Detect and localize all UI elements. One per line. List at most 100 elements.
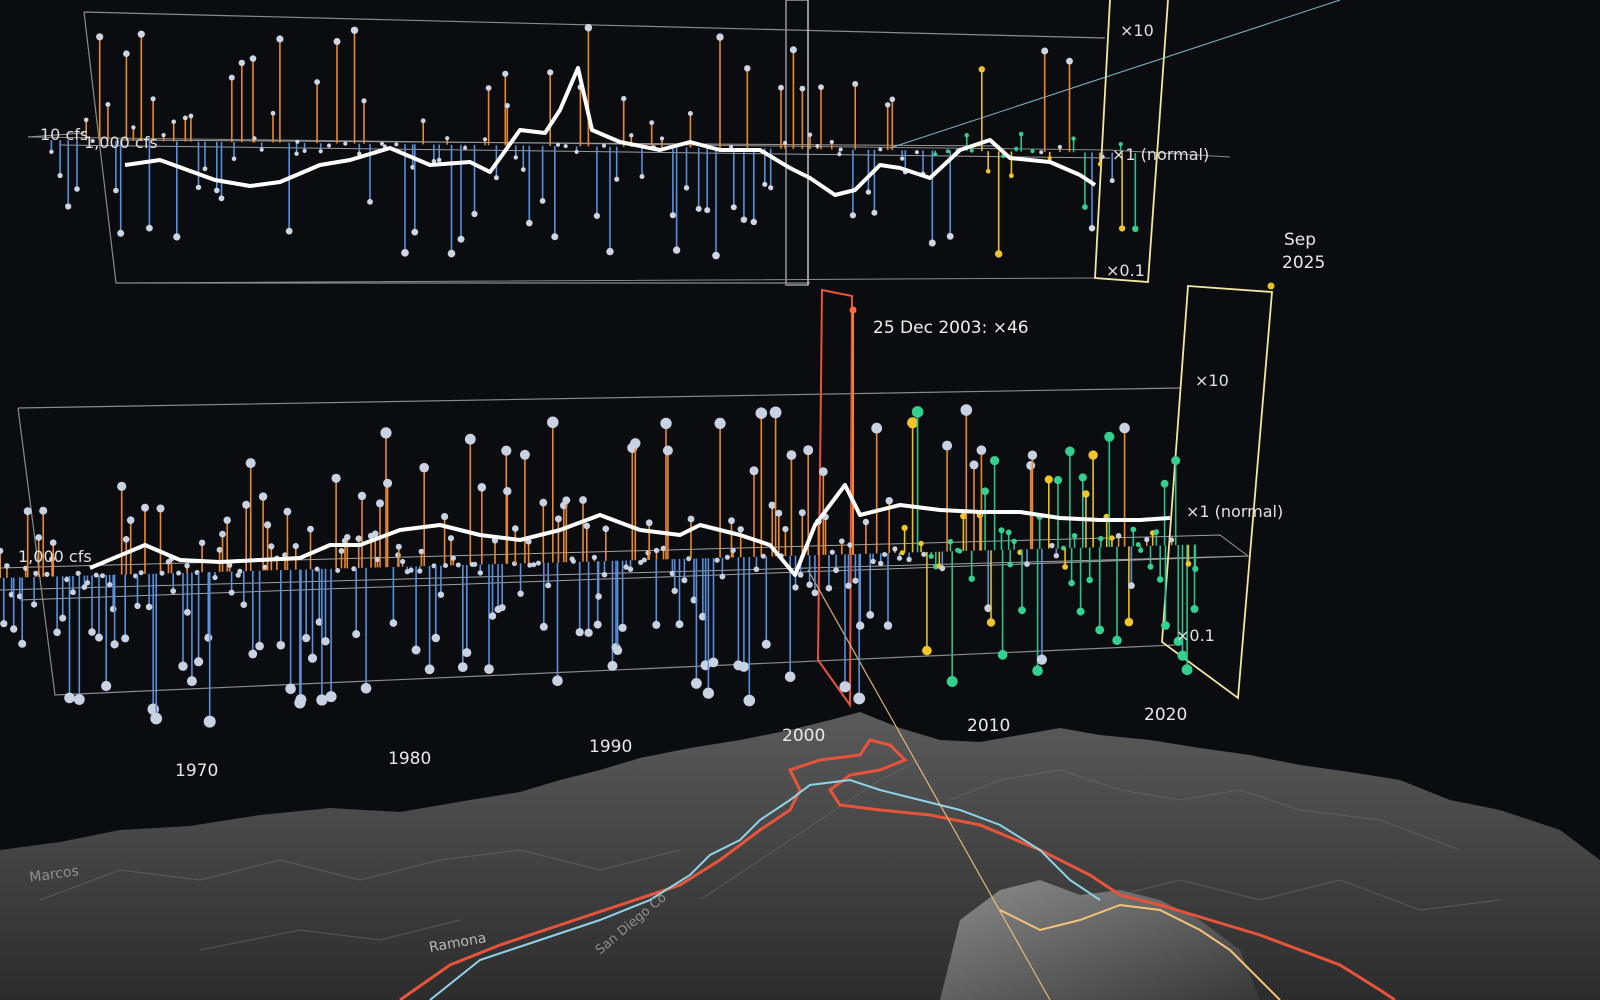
flow-point[interactable] [1053,553,1060,559]
flow-point[interactable] [150,96,156,102]
flow-point[interactable] [401,249,409,257]
flow-point[interactable] [0,620,8,628]
flow-point[interactable] [799,85,806,92]
flow-point[interactable] [939,565,946,572]
flow-point[interactable] [212,574,218,581]
flow-point[interactable] [1112,635,1122,645]
flow-point[interactable] [65,203,72,210]
flow-point[interactable] [1032,665,1043,676]
flow-point[interactable] [671,587,678,595]
flow-point[interactable] [878,147,883,152]
flow-point[interactable] [372,530,379,538]
flow-point[interactable] [825,584,833,592]
flow-point[interactable] [314,79,320,85]
flow-point[interactable] [687,111,693,116]
flow-point[interactable] [900,156,905,161]
flow-point[interactable] [1147,563,1154,570]
flow-point[interactable] [595,593,602,600]
flow-point[interactable] [865,189,872,195]
flow-point[interactable] [285,683,296,695]
flow-point[interactable] [1171,456,1181,466]
flow-point[interactable] [1082,490,1090,498]
flow-point[interactable] [839,681,851,693]
flow-point[interactable] [1027,450,1038,460]
flow-point[interactable] [333,38,341,45]
flow-point[interactable] [18,639,27,648]
flow-point[interactable] [307,525,314,533]
flow-point[interactable] [691,678,702,689]
flow-point[interactable] [1130,526,1137,533]
flow-point[interactable] [195,184,202,191]
flow-point[interactable] [394,142,399,147]
flow-point[interactable] [1181,664,1193,676]
flow-point[interactable] [503,487,512,496]
flow-point[interactable] [789,46,797,54]
flow-point[interactable] [110,640,119,649]
flow-point[interactable] [219,530,226,538]
flow-point[interactable] [343,141,348,146]
flow-point[interactable] [652,620,661,629]
flow-point[interactable] [574,149,579,154]
flow-point[interactable] [1128,582,1135,589]
flow-point[interactable] [159,570,165,576]
flow-point[interactable] [942,440,953,451]
flow-point[interactable] [649,120,655,126]
flow-point[interactable] [1053,476,1063,485]
flow-point[interactable] [1011,538,1017,544]
flow-point[interactable] [307,653,318,663]
flow-point[interactable] [1177,650,1188,661]
flow-point[interactable] [156,504,165,513]
flow-point[interactable] [418,548,425,555]
flow-point[interactable] [285,227,293,235]
flow-point[interactable] [107,581,113,588]
flow-point[interactable] [513,155,518,160]
flow-point[interactable] [714,417,726,429]
flow-point[interactable] [252,136,257,141]
flow-point[interactable] [818,467,828,477]
flow-point[interactable] [447,535,455,542]
flow-point[interactable] [411,228,419,236]
flow-point[interactable] [871,422,883,434]
flow-point[interactable] [1062,564,1068,570]
flow-point[interactable] [240,601,248,608]
flow-point[interactable] [744,65,751,72]
flow-point[interactable] [803,445,814,456]
flow-point[interactable] [1018,606,1026,615]
flow-point[interactable] [44,571,50,577]
flow-point[interactable] [122,536,130,543]
flow-point[interactable] [1049,542,1055,549]
flow-point[interactable] [198,539,206,546]
flow-point[interactable] [755,407,768,420]
flow-point[interactable] [75,570,81,576]
flow-point[interactable] [335,568,341,573]
flow-point[interactable] [882,552,888,557]
flow-point[interactable] [520,167,526,173]
flow-point[interactable] [738,661,750,672]
flow-point[interactable] [96,33,104,41]
flow-point[interactable] [728,517,735,525]
flow-point[interactable] [276,640,286,650]
flow-point[interactable] [204,633,213,642]
flow-point[interactable] [214,187,220,194]
flow-point[interactable] [768,501,776,509]
flow-point[interactable] [797,571,804,578]
flow-point[interactable] [485,85,492,91]
flow-point[interactable] [815,144,820,148]
flow-point[interactable] [737,526,744,533]
flow-point[interactable] [743,694,756,707]
flow-point[interactable] [845,582,852,589]
flow-point[interactable] [502,70,509,77]
flow-point[interactable] [64,576,70,583]
flow-point[interactable] [928,239,936,247]
flow-point[interactable] [1036,654,1047,665]
flow-point[interactable] [885,497,893,505]
flow-point[interactable] [901,524,908,532]
upper-current-frame[interactable] [1094,0,1169,283]
flow-point[interactable] [302,634,311,643]
flow-point[interactable] [591,554,598,561]
flow-point[interactable] [93,572,99,578]
flow-point[interactable] [719,573,726,580]
flow-point[interactable] [255,641,264,651]
flow-point[interactable] [186,676,197,687]
flow-point[interactable] [395,543,402,550]
